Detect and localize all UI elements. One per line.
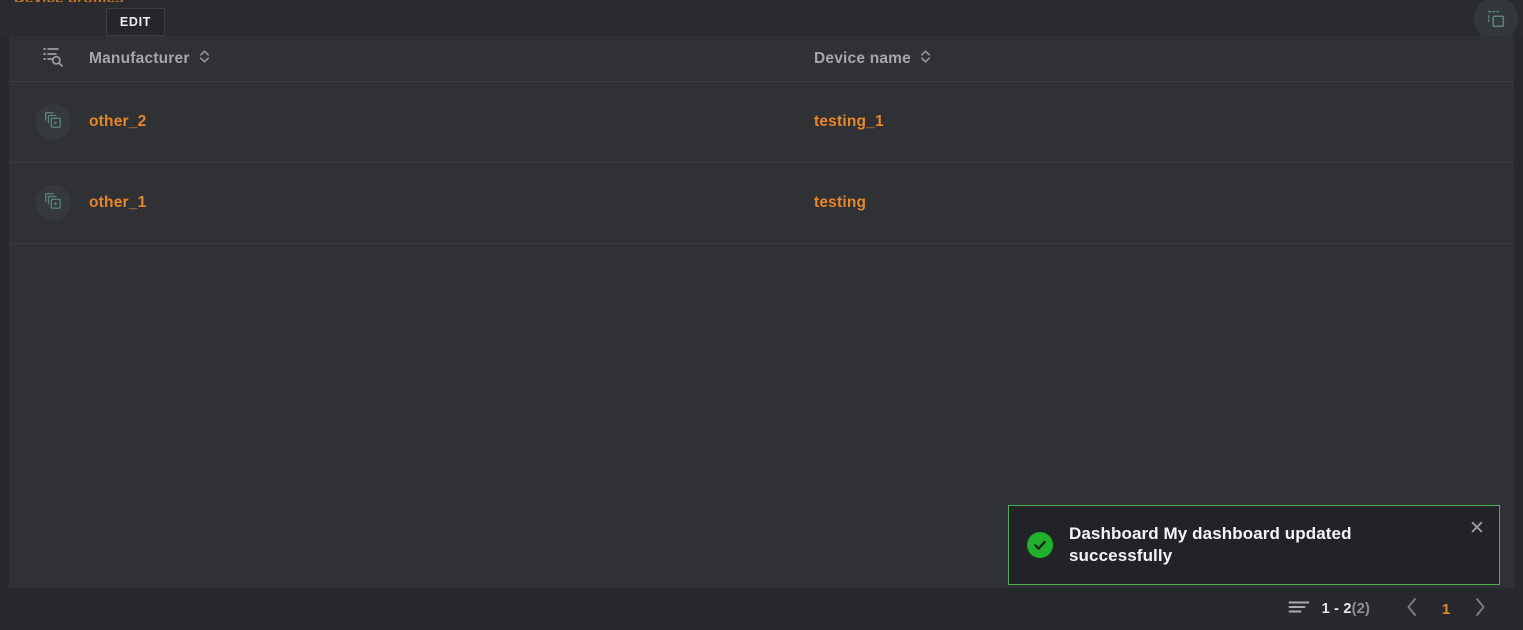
toast-message: Dashboard My dashboard updated successfu…	[1069, 524, 1352, 565]
row-icon-button[interactable]	[35, 104, 71, 140]
cell-device-name: testing_1	[814, 113, 1414, 131]
table-header-row: Manufacturer Device name	[9, 36, 1514, 82]
column-header-device-name-label: Device name	[814, 49, 911, 67]
table-filter-cell	[9, 44, 89, 73]
list-search-icon[interactable]	[41, 44, 65, 73]
column-header-manufacturer-label: Manufacturer	[89, 49, 190, 67]
page-range-value: 1 - 2	[1321, 601, 1352, 617]
manufacturer-link[interactable]: other_2	[89, 113, 146, 130]
success-toast: Dashboard My dashboard updated successfu…	[1008, 505, 1500, 585]
layers-icon	[43, 110, 63, 135]
sort-updown-icon[interactable]	[198, 48, 211, 70]
close-icon[interactable]: ✕	[1465, 516, 1489, 540]
chevron-right-icon	[1474, 597, 1486, 622]
column-header-manufacturer[interactable]: Manufacturer	[89, 48, 814, 70]
chevron-left-icon	[1406, 597, 1418, 622]
rows-lines-icon[interactable]	[1288, 599, 1310, 620]
row-icon-cell	[9, 185, 89, 221]
page-toolbar: Device profiles EDIT	[0, 0, 1523, 41]
edit-tooltip-label: EDIT	[119, 15, 152, 29]
success-check-icon	[1027, 532, 1053, 558]
page-title-clipped: Device profiles	[14, 0, 124, 2]
previous-page-button[interactable]	[1392, 589, 1432, 629]
cell-manufacturer: other_2	[89, 113, 814, 131]
table-row[interactable]: other_1 testing	[9, 163, 1514, 244]
cell-manufacturer: other_1	[89, 194, 814, 212]
device-profiles-page: Device profiles EDIT	[0, 0, 1523, 630]
device-name-link[interactable]: testing	[814, 194, 866, 211]
cell-device-name: testing	[814, 194, 1414, 212]
row-icon-button[interactable]	[35, 185, 71, 221]
row-icon-cell	[9, 104, 89, 140]
table-row[interactable]: other_2 testing_1	[9, 82, 1514, 163]
table-paginator: 1 - 2(2) 1	[9, 588, 1514, 630]
duplicate-dashboard-button[interactable]	[1474, 0, 1518, 41]
layers-icon	[43, 191, 63, 216]
device-name-link[interactable]: testing_1	[814, 113, 884, 130]
page-range: 1 - 2(2)	[1322, 601, 1370, 617]
next-page-button[interactable]	[1460, 589, 1500, 629]
column-header-device-name[interactable]: Device name	[814, 48, 1414, 70]
manufacturer-link[interactable]: other_1	[89, 194, 146, 211]
sort-updown-icon[interactable]	[919, 48, 932, 70]
edit-button-tooltip[interactable]: EDIT	[106, 8, 165, 36]
page-number-1[interactable]: 1	[1432, 589, 1460, 629]
duplicate-dashboard-icon	[1485, 8, 1507, 30]
page-total-count: (2)	[1351, 601, 1370, 617]
